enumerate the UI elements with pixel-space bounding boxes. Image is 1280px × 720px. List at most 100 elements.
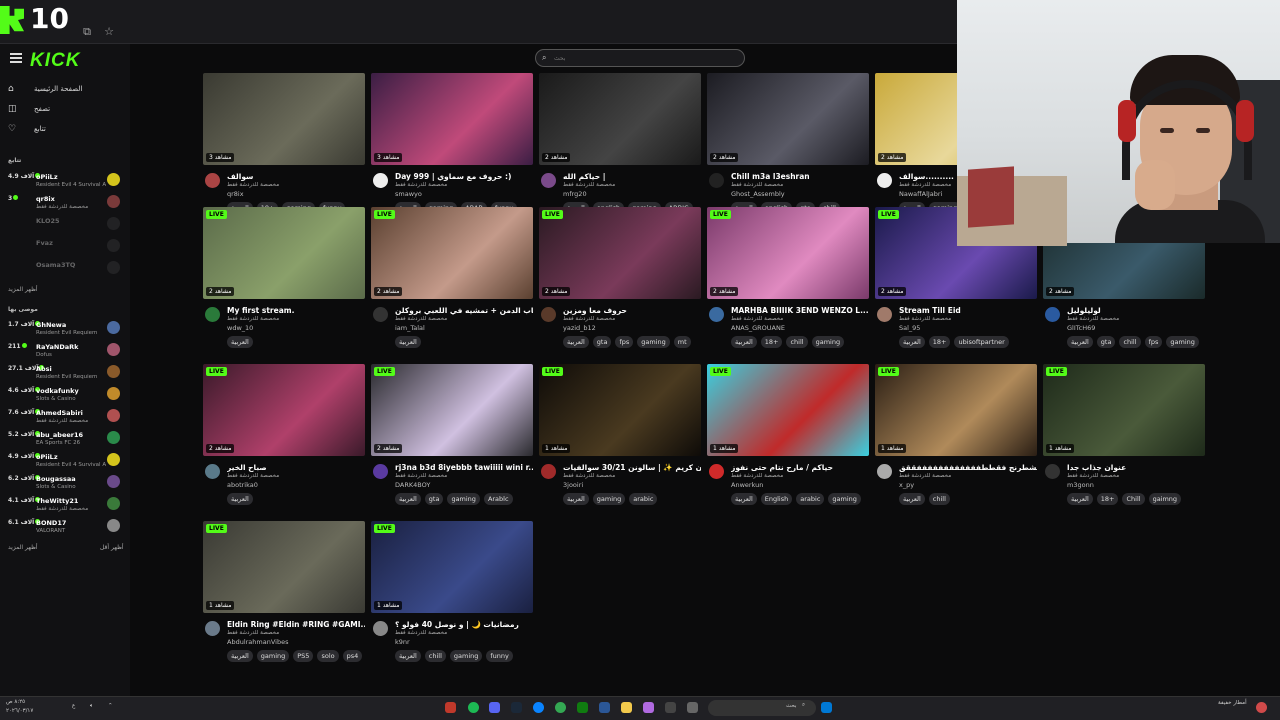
streamer-avatar[interactable] <box>709 307 724 322</box>
stream-title[interactable]: Day 999 | حروف مع سماوي :) <box>395 172 533 181</box>
windows-start-icon[interactable] <box>821 702 832 713</box>
stream-category[interactable]: مخصصة للدردشة فقط <box>227 473 279 479</box>
tag-chip[interactable]: chill <box>786 336 808 348</box>
streamer-name[interactable]: DARK4BOY <box>395 481 430 489</box>
volume-icon[interactable]: 🔈︎ <box>90 703 93 710</box>
sidebar-channel[interactable]: 7.6 آلاف AhmedSabiri مخصصة للدردشة فقط <box>6 406 122 428</box>
tag-chip[interactable]: chill <box>1119 336 1141 348</box>
stream-card[interactable]: LIVE 1 مشاهد ااااالشطرنج فقططففففففففففففق… <box>875 364 1037 514</box>
streamer-name[interactable]: wdw_10 <box>227 324 253 332</box>
streamer-name[interactable]: NawaffAlJabri <box>899 190 942 198</box>
tag-chip[interactable]: gaming <box>637 336 670 348</box>
sidebar-channel[interactable]: 4.6 آلاف vodkafunky Slots & Casino <box>6 384 122 406</box>
edge-icon[interactable] <box>533 702 544 713</box>
app-icon-2[interactable] <box>643 702 654 713</box>
stream-title[interactable]: ااااالشطرنج فقططففففففففففففققق <box>899 463 1037 472</box>
streamer-name[interactable]: yazid_b12 <box>563 324 596 332</box>
weather-text[interactable]: أمطار خفيفة <box>1218 700 1247 706</box>
streamer-avatar[interactable] <box>205 621 220 636</box>
streamer-avatar[interactable] <box>877 464 892 479</box>
stream-thumbnail[interactable]: LIVE 1 مشاهد <box>1043 364 1205 456</box>
tag-chip[interactable]: gta <box>1096 336 1116 348</box>
stream-thumbnail[interactable]: LIVE 1 مشاهد <box>203 521 365 613</box>
sidebar-channel[interactable]: 211 RaYaNDaRk Dofus <box>6 340 122 362</box>
stream-card[interactable]: LIVE 1 مشاهد عنوان جذاب جدا مخصصة للدردشة ف… <box>1043 364 1205 514</box>
stream-title[interactable]: عنوان جذاب جدا <box>1067 463 1205 472</box>
language-indicator[interactable]: ع <box>72 703 75 709</box>
streamer-name[interactable]: mfrg20 <box>563 190 587 198</box>
stream-title[interactable]: Chill m3a l3eshran <box>731 172 869 181</box>
stream-category[interactable]: مخصصة للدردشة فقط <box>395 316 447 322</box>
stream-thumbnail[interactable]: LIVE 2 مشاهد <box>371 207 533 299</box>
stream-card[interactable]: 3 مشاهد Day 999 | حروف مع سماوي :) مخصصة ل… <box>371 73 533 223</box>
stream-thumbnail[interactable]: LIVE 1 مشاهد <box>707 364 869 456</box>
sidebar-channel[interactable]: 3 qr8ix مخصصة للدردشة فقط <box>6 192 122 214</box>
tag-chip[interactable]: gta <box>592 336 612 348</box>
streamer-name[interactable]: ANAS_GROUANE <box>731 324 785 332</box>
stream-title[interactable]: rj3na b3d 8iyebbb tawiiiii wini r... <box>395 463 533 472</box>
stream-card[interactable]: 2 مشاهد حياكم الله | مخصصة للدردشة فقط mfrg… <box>539 73 701 223</box>
streamer-avatar[interactable] <box>373 621 388 636</box>
stream-thumbnail[interactable]: LIVE 1 مشاهد <box>371 521 533 613</box>
stream-thumbnail[interactable]: LIVE 2 مشاهد <box>539 207 701 299</box>
search-bar[interactable]: ⌕ <box>535 49 745 67</box>
stream-card[interactable]: LIVE 2 مشاهد rj3na b3d 8iyebbb tawiiiii wi… <box>371 364 533 514</box>
bookmark-star-icon[interactable]: ☆ <box>102 25 116 39</box>
streamer-avatar[interactable] <box>1045 464 1060 479</box>
tag-chip[interactable]: 18+ <box>1096 493 1119 505</box>
streamer-avatar[interactable] <box>373 464 388 479</box>
kick-logo[interactable]: KICK <box>30 50 80 72</box>
tag-chip[interactable]: العربية <box>563 493 589 505</box>
tag-chip[interactable]: gaming <box>447 493 480 505</box>
menu-icon[interactable] <box>10 53 22 63</box>
stream-category[interactable]: مخصصة للدردشة فقط <box>899 316 951 322</box>
taskbar-search[interactable]: بحث ⌕ <box>708 700 816 716</box>
stream-title[interactable]: صباح الخير <box>227 463 365 472</box>
stream-thumbnail[interactable]: LIVE 1 مشاهد <box>539 364 701 456</box>
sidebar-channel[interactable]: 1.7 آلاف GhNewa Resident Evil Requiem <box>6 318 122 340</box>
stream-category[interactable]: مخصصة للدردشة فقط <box>395 182 447 188</box>
spotify-icon[interactable] <box>468 702 479 713</box>
streamer-name[interactable]: iam_Talal <box>395 324 425 332</box>
file-explorer-icon[interactable] <box>621 702 632 713</box>
tab-count[interactable]: 10 <box>30 2 69 35</box>
store-icon[interactable] <box>599 702 610 713</box>
tag-chip[interactable]: العربية <box>227 650 253 662</box>
streamer-avatar[interactable] <box>877 307 892 322</box>
streamer-avatar[interactable] <box>709 464 724 479</box>
weather-icon[interactable] <box>1256 702 1267 713</box>
stream-category[interactable]: مخصصة للدردشة فقط <box>731 316 783 322</box>
stream-title[interactable]: سوالف <box>227 172 365 181</box>
sidebar-channel[interactable]: KLO25 <box>6 214 122 236</box>
nav-following[interactable]: ♡ تتابع <box>8 121 126 137</box>
stream-title[interactable]: رمضان كريم ✨ | سالونن 30/21 سوالفيات ... <box>563 463 701 472</box>
streamer-name[interactable]: AbdulrahmanVibes <box>227 638 288 646</box>
tag-chip[interactable]: PS5 <box>293 650 314 662</box>
stream-title[interactable]: Stream Till Eid <box>899 306 1037 315</box>
search-input[interactable] <box>554 52 734 64</box>
stream-card[interactable]: LIVE 2 مشاهد MARHBA BIIIIK 3END WENZO L...… <box>707 207 869 357</box>
chevron-up-icon[interactable]: ⌃ <box>108 703 113 709</box>
steam-icon[interactable] <box>511 702 522 713</box>
sidebar-channel[interactable]: 27.1 آلاف Absi Resident Evil Requiem <box>6 362 122 384</box>
tag-chip[interactable]: العربية <box>731 493 757 505</box>
streamer-avatar[interactable] <box>205 464 220 479</box>
tag-chip[interactable]: ps4 <box>342 650 363 662</box>
tag-chip[interactable]: arabic <box>629 493 658 505</box>
streamer-avatar[interactable] <box>205 307 220 322</box>
stream-title[interactable]: Eldin Ring #Eldin #RING #GAMI... <box>227 620 365 629</box>
stream-card[interactable]: LIVE 2 مشاهد My first stream. مخصصة للدردشة… <box>203 207 365 357</box>
tag-chip[interactable]: fps <box>615 336 634 348</box>
xbox-icon[interactable] <box>577 702 588 713</box>
app-icon-3[interactable] <box>665 702 676 713</box>
sidebar-channel[interactable]: Osama3TQ <box>6 258 122 280</box>
stream-title[interactable]: رمضانيات 🌙 | و نوصل 40 فولو ؟ <box>395 620 533 629</box>
streamer-name[interactable]: k9nr <box>395 638 410 646</box>
streamer-name[interactable]: m3gonn <box>1067 481 1094 489</box>
stream-title[interactable]: MARHBA BIIIIK 3END WENZO L... <box>731 306 869 315</box>
tag-chip[interactable]: العربية <box>1067 336 1093 348</box>
stream-card[interactable]: LIVE 1 مشاهد حياكم / مارح نتام حتى نفوز مخص… <box>707 364 869 514</box>
tag-chip[interactable]: العربية <box>227 336 253 348</box>
stream-thumbnail[interactable]: LIVE 2 مشاهد <box>371 364 533 456</box>
taskbar-clock[interactable]: ٨:٢٥ ص <box>6 699 25 705</box>
